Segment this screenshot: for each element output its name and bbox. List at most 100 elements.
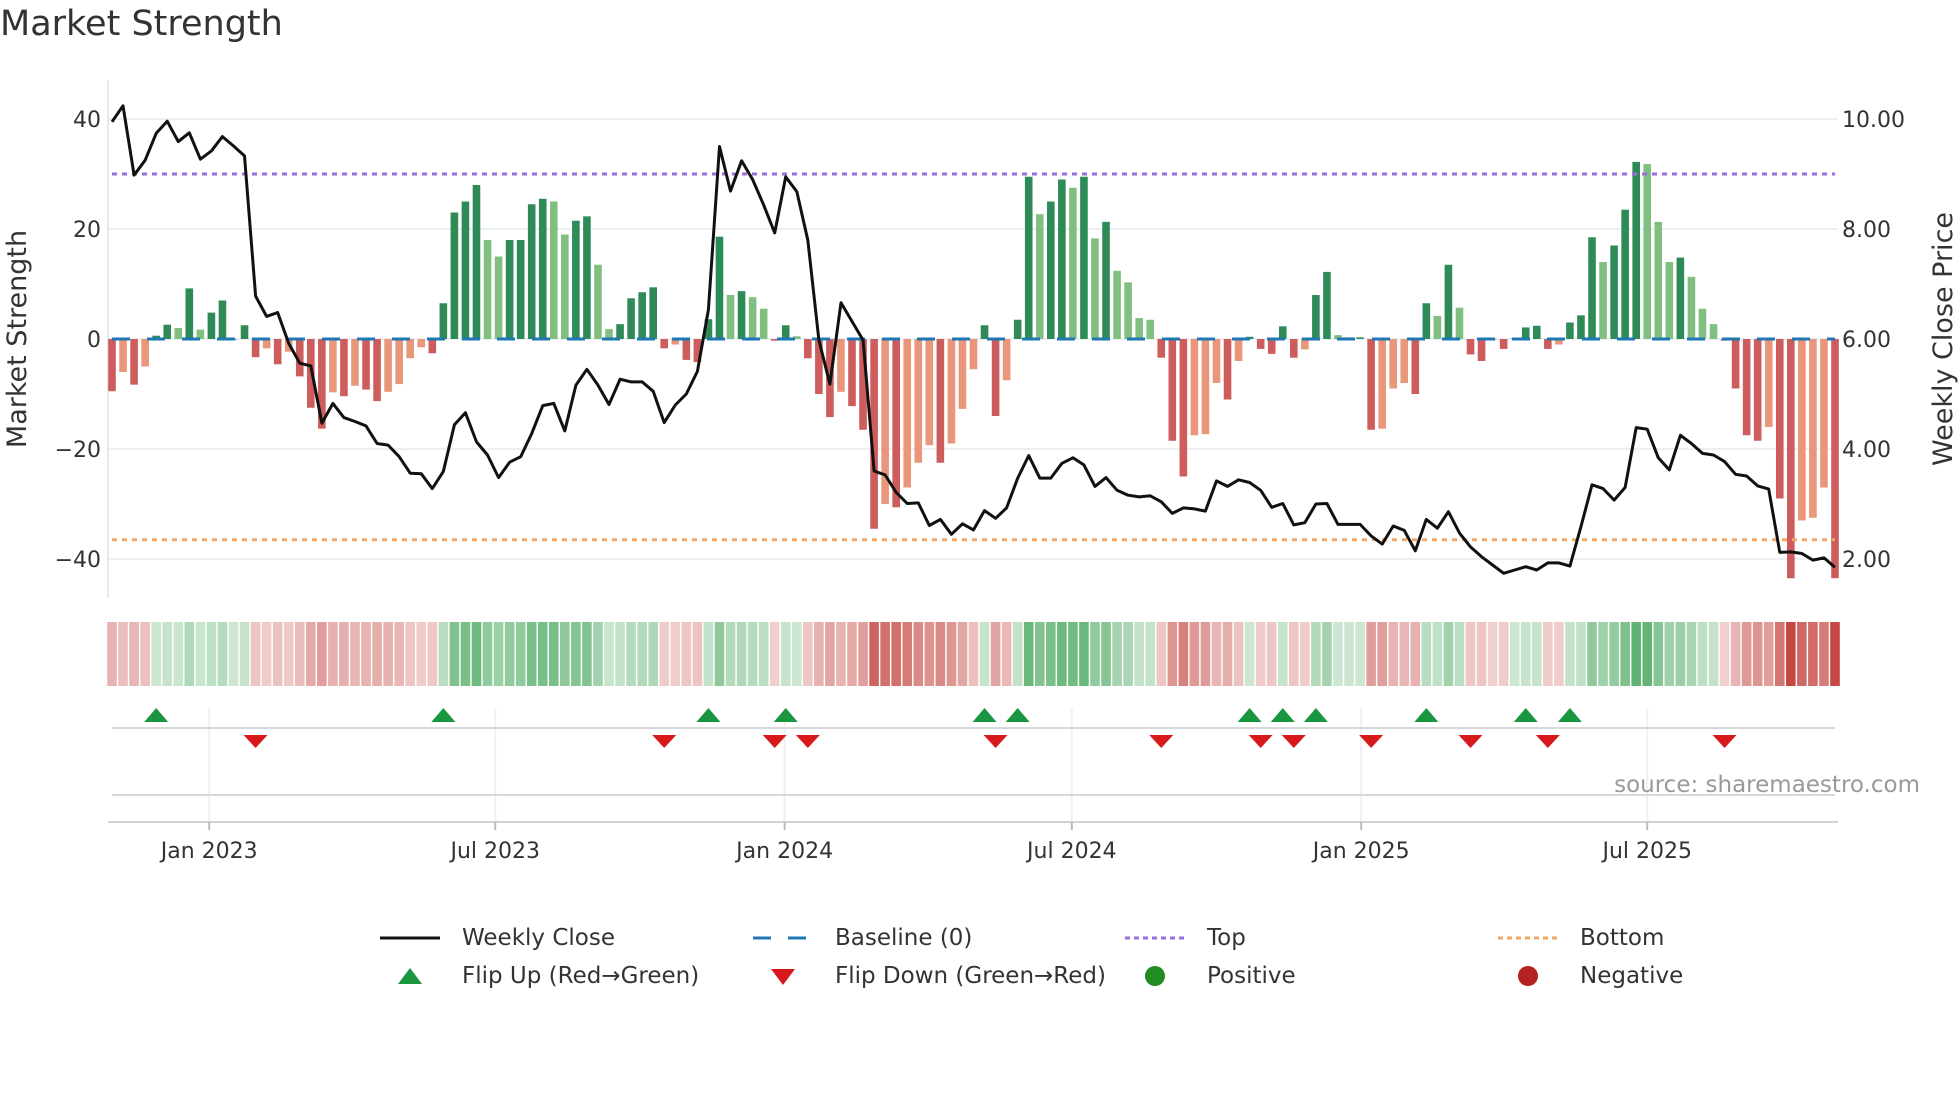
strength-strip-cell <box>1598 622 1608 686</box>
flip-down-marker <box>795 735 820 748</box>
strength-strip-cell <box>703 622 714 686</box>
legend-negative: Negative <box>1498 958 1683 994</box>
strength-strip-cell <box>604 622 614 686</box>
strength-bar <box>991 339 1000 416</box>
strength-strip-cell <box>1808 622 1818 686</box>
strength-bar <box>925 339 934 446</box>
strength-bar <box>682 339 691 360</box>
strength-strip-cell <box>1068 622 1078 686</box>
legend-label: Weekly Close <box>462 925 615 951</box>
y-right-tick-label: 8.00 <box>1842 218 1891 243</box>
strength-strip-cell <box>1123 622 1133 686</box>
strength-bar <box>1455 307 1464 339</box>
strength-strip-cell <box>1388 622 1399 686</box>
strength-strip-cell <box>1443 622 1454 686</box>
strength-bar <box>1566 322 1574 339</box>
strength-bar <box>1323 271 1331 339</box>
legend: Weekly Close Baseline (0) Top Bottom Fli… <box>0 920 1960 1010</box>
x-tick-label: Jul 2024 <box>1025 839 1117 864</box>
strength-bar <box>1179 339 1188 477</box>
strength-bar <box>947 339 956 444</box>
strength-strip-cell <box>670 622 681 686</box>
flip-down-marker <box>1712 735 1737 748</box>
strength-bar <box>527 204 536 339</box>
strength-bar <box>340 339 348 397</box>
strength-strip-cell <box>361 622 371 686</box>
strength-bar <box>163 324 172 339</box>
strength-strip-cell <box>217 622 228 686</box>
source-label: source: sharemaestro.com <box>1614 772 1920 798</box>
strength-strip-cell <box>880 622 890 686</box>
y-axis-label: Market Strength <box>2 230 33 448</box>
strength-bar <box>726 295 735 339</box>
strength-strip-cell <box>1244 622 1255 686</box>
strength-bar <box>1444 264 1453 339</box>
strength-strip-cell <box>1222 622 1233 686</box>
strength-strip-cell <box>626 622 636 686</box>
strength-strip-cell <box>460 622 471 686</box>
strength-strip-cell <box>1034 622 1045 686</box>
strength-bar <box>1820 339 1828 488</box>
strength-bar <box>362 339 370 390</box>
triangle-down-icon <box>771 969 795 985</box>
strength-bar <box>804 339 812 359</box>
strength-bar <box>329 339 337 393</box>
strength-strip-cell <box>560 622 570 686</box>
strength-strip-cell <box>1432 622 1443 686</box>
strength-strip-cell <box>1001 622 1012 686</box>
strength-strip-cell <box>526 622 537 686</box>
strength-strip-cell <box>725 622 736 686</box>
strength-strip-cell <box>1289 622 1299 686</box>
strength-bar <box>837 339 845 392</box>
strength-strip-cell <box>1708 622 1719 686</box>
strength-strip-cell <box>769 622 780 686</box>
strength-bar <box>1135 318 1143 339</box>
strength-strip-cell <box>935 622 946 686</box>
strength-bar <box>759 308 768 339</box>
strength-bar <box>1687 276 1696 339</box>
strength-strip-cell <box>1620 622 1630 686</box>
strength-strip-cell <box>427 622 438 686</box>
strength-strip-cell <box>714 622 725 686</box>
strength-bar <box>185 288 194 339</box>
strength-strip-cell <box>195 622 206 686</box>
strength-strip-cell <box>1189 622 1200 686</box>
strength-strip-cell <box>1057 622 1067 686</box>
strength-strip-cell <box>416 622 427 686</box>
strength-bar <box>1775 339 1784 499</box>
strength-strip-cell <box>780 622 791 686</box>
strength-strip-cell <box>1786 622 1796 686</box>
strength-strip-cell <box>1763 622 1774 686</box>
strength-bar <box>1234 339 1243 361</box>
strength-bar <box>1654 221 1663 339</box>
y-right-tick-label: 10.00 <box>1842 108 1905 133</box>
strength-strip-cell <box>681 622 692 686</box>
flip-up-marker <box>773 708 798 722</box>
strength-strip-cell <box>1012 622 1023 686</box>
strength-bar <box>1102 221 1110 339</box>
strength-strip-cell <box>1046 622 1056 686</box>
flip-down-marker <box>1281 735 1306 748</box>
strength-strip-cell <box>1410 622 1421 686</box>
strength-bar <box>1069 187 1077 339</box>
strength-bar <box>903 339 912 488</box>
strength-strip-cell <box>1322 622 1332 686</box>
strength-strip-cell <box>836 622 846 686</box>
strength-bar <box>406 339 415 359</box>
flip-down-marker <box>1359 735 1384 748</box>
strength-strip-cell <box>747 622 758 686</box>
flip-down-marker <box>243 735 268 748</box>
strength-strip-cell <box>383 622 393 686</box>
strength-bar <box>141 339 149 367</box>
strength-bar <box>1753 339 1762 441</box>
strength-strip-cell <box>1520 622 1531 686</box>
strength-bar <box>1047 201 1055 339</box>
strength-strip-cell <box>1531 622 1542 686</box>
strength-bar <box>781 325 790 339</box>
strength-strip-cell <box>814 622 824 686</box>
strength-bar <box>1091 238 1099 339</box>
strength-strip-cell <box>1421 622 1432 686</box>
flip-down-marker <box>1149 735 1174 748</box>
strength-strip-cell <box>140 622 150 686</box>
strength-strip-cell <box>1112 622 1122 686</box>
